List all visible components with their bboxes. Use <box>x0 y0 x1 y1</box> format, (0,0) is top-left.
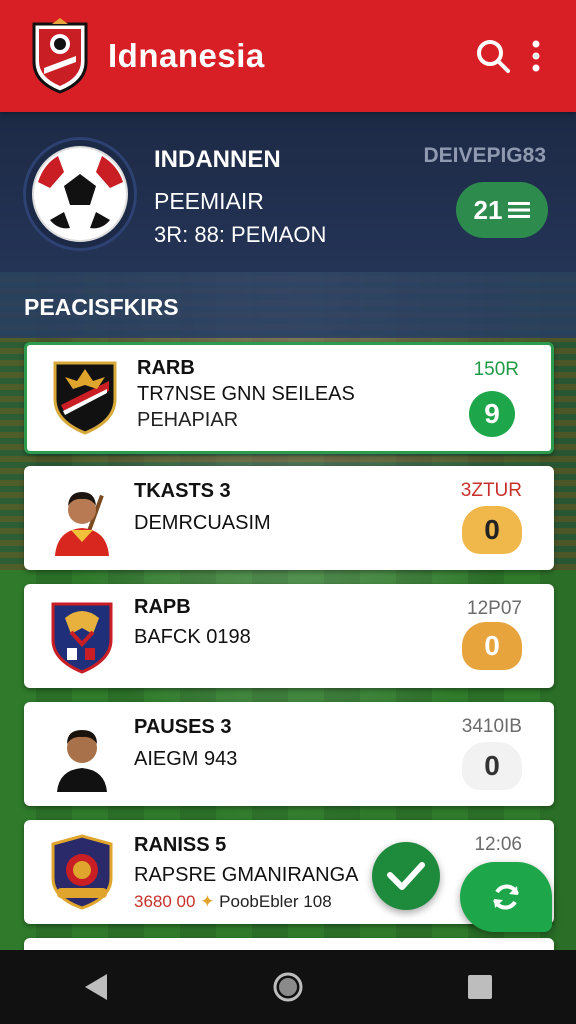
match-line-2: RAPSRE GMANIRANGA <box>134 864 359 886</box>
match-time: 150R <box>473 359 519 380</box>
match-line-1: RARB <box>137 357 195 379</box>
featured-title: INDANNEN <box>154 146 281 173</box>
match-card[interactable]: PAUSES 3 AIEGM 943 3410IB 0 <box>24 702 554 806</box>
system-navigation-bar <box>0 950 576 1024</box>
home-icon[interactable] <box>258 957 318 1017</box>
match-line-1: RAPB <box>134 596 191 618</box>
back-icon[interactable] <box>66 957 126 1017</box>
match-line-3: PEHAPIAR <box>137 409 239 431</box>
match-line-3: 3680 00 ✦ PoobEbler 108 <box>134 892 332 912</box>
match-line-2: AIEGM 943 <box>134 748 238 770</box>
refresh-icon <box>493 884 519 910</box>
match-score-badge[interactable]: 9 <box>469 391 515 437</box>
match-card[interactable]: TKASTS 3 DEMRCUASIM 3ZTUR 0 <box>24 466 554 570</box>
team-crest-icon <box>47 359 123 435</box>
more-vert-icon[interactable] <box>518 31 554 81</box>
featured-subtitle: PEEMIAIR <box>154 188 264 214</box>
app-logo <box>30 18 90 94</box>
section-header: PEACISFKIRS <box>0 272 576 338</box>
player-avatar <box>44 716 120 792</box>
soccer-ball-icon <box>26 140 134 248</box>
recents-icon[interactable] <box>450 957 510 1017</box>
match-line-2: BAFCK 0198 <box>134 626 251 648</box>
match-line-1: RANISS 5 <box>134 834 227 856</box>
match-time: 3ZTUR <box>460 480 522 501</box>
match-line-1: PAUSES 3 <box>134 716 232 738</box>
featured-corner-text: DEIVEPIG83 <box>423 144 546 167</box>
match-score-badge[interactable]: 0 <box>462 506 522 554</box>
player-avatar <box>44 480 120 556</box>
match-line-2: DEMRCUASIM <box>134 512 271 534</box>
star-icon: ✦ <box>200 892 215 911</box>
check-icon <box>387 862 425 890</box>
section-title: PEACISFKIRS <box>24 294 179 320</box>
score-value: 21 <box>473 194 503 225</box>
team-crest-icon <box>44 834 120 910</box>
match-line-3-prefix: 3680 00 <box>134 892 196 911</box>
match-card[interactable]: RARB TR7NSE GNN SEILEAS PEHAPIAR 150R 9 <box>24 342 554 454</box>
match-score-badge[interactable]: 0 <box>462 622 522 670</box>
match-time: 12P07 <box>467 598 522 619</box>
match-score-badge[interactable]: 0 <box>462 742 522 790</box>
match-time: 12:06 <box>474 834 522 855</box>
check-fab-button[interactable] <box>372 842 440 910</box>
match-line-3-text: PoobEbler 108 <box>219 892 332 911</box>
list-icon <box>508 202 531 218</box>
score-pill-button[interactable]: 21 <box>456 182 548 238</box>
featured-meta: 3R: 88: PEMAON <box>154 222 327 247</box>
match-card[interactable]: RAPB BAFCK 0198 12P07 0 <box>24 584 554 688</box>
team-crest-icon <box>44 598 120 674</box>
match-line-1: TKASTS 3 <box>134 480 231 502</box>
app-bar: Idnanesia <box>0 0 576 112</box>
match-line-2: TR7NSE GNN SEILEAS <box>137 383 355 405</box>
match-time: 3410IB <box>461 716 522 737</box>
app-title: Idnanesia <box>108 37 265 74</box>
search-icon[interactable] <box>468 31 518 81</box>
refresh-fab-button[interactable] <box>460 862 552 932</box>
